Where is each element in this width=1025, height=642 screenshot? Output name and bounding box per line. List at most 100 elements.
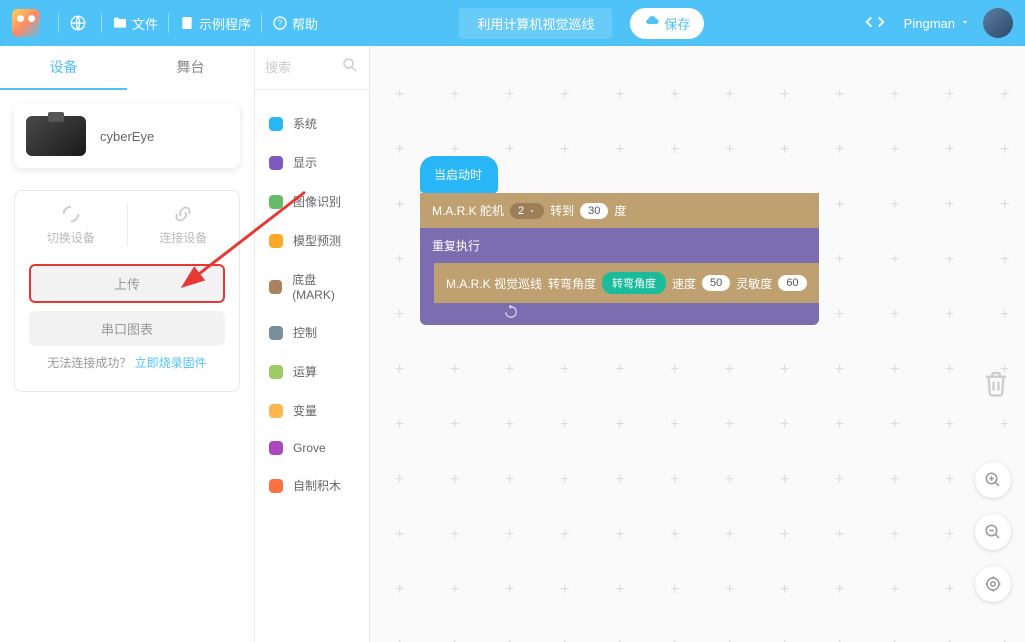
switch-device-button[interactable]: 切换设备 [15, 203, 127, 246]
avatar [983, 8, 1013, 38]
loop-arrow-icon [504, 305, 518, 322]
speed-input[interactable]: 50 [702, 275, 730, 291]
search-input[interactable] [265, 60, 335, 75]
category-list: 系统显示图像识别模型预测底盘(MARK) 控制运算变量 Grove 自制积木 [255, 90, 369, 505]
folder-icon [112, 15, 128, 31]
sens-input[interactable]: 60 [778, 275, 806, 291]
turn-label: 转弯角度 [548, 275, 596, 292]
menu-file-label: 文件 [132, 14, 158, 33]
category-label: 变量 [293, 402, 317, 419]
flash-firmware-link[interactable]: 立即烧录固件 [135, 356, 207, 370]
left-tabs: 设备 舞台 [0, 46, 254, 90]
device-card[interactable]: cyberEye [14, 104, 240, 168]
canvas-tools [975, 462, 1011, 602]
menu-file[interactable]: 文件 [112, 14, 158, 33]
servo-suffix: 度 [614, 202, 626, 219]
category-item[interactable]: 底盘(MARK) [255, 260, 369, 313]
category-dot [269, 479, 283, 493]
loop-block[interactable]: 重复执行 M.A.R.K 视觉巡线 转弯角度 转弯角度 速度 50 灵敏度 60 [420, 228, 819, 325]
category-dot [269, 441, 283, 455]
project-name[interactable]: 利用计算机视觉巡线 [459, 8, 612, 39]
caret-down-icon [959, 16, 971, 31]
category-item[interactable]: 图像识别 [255, 182, 369, 221]
save-button-label: 保存 [664, 14, 690, 33]
globe-icon [69, 14, 87, 32]
category-label: 显示 [293, 154, 317, 171]
loop-header: 重复执行 [420, 228, 819, 263]
category-panel: 系统显示图像识别模型预测底盘(MARK) 控制运算变量 Grove 自制积木 [255, 46, 370, 642]
device-controls: 切换设备 连接设备 上传 串口图表 无法连接成功？ 立即烧录固件 [14, 190, 240, 392]
category-label: 系统 [293, 115, 317, 132]
main-area: 设备 舞台 cyberEye 切换设备 连接设备 上传 串口图表 无法连接成功？ [0, 46, 1025, 642]
serial-chart-button[interactable]: 串口图表 [29, 311, 225, 346]
category-label: 运算 [293, 363, 317, 380]
category-item[interactable]: 显示 [255, 143, 369, 182]
category-item[interactable]: 控制 [255, 313, 369, 352]
category-item[interactable]: 自制积木 [255, 466, 369, 505]
left-panel: 设备 舞台 cyberEye 切换设备 连接设备 上传 串口图表 无法连接成功？ [0, 46, 255, 642]
device-name-label: cyberEye [100, 129, 154, 144]
header-bar: 文件 示例程序 ? 帮助 利用计算机视觉巡线 保存 Pingman [0, 0, 1025, 46]
cloud-icon [644, 14, 660, 33]
servo-block[interactable]: M.A.R.K 舵机 2 转到 30 度 [420, 193, 819, 228]
category-label: 底盘(MARK) [292, 271, 355, 302]
menu-examples[interactable]: 示例程序 [179, 14, 251, 33]
vision-block[interactable]: M.A.R.K 视觉巡线 转弯角度 转弯角度 速度 50 灵敏度 60 [434, 263, 819, 303]
connect-device-label: 连接设备 [159, 229, 207, 246]
category-item[interactable]: 模型预测 [255, 221, 369, 260]
tab-device[interactable]: 设备 [0, 46, 127, 90]
upload-button[interactable]: 上传 [29, 264, 225, 303]
category-dot [269, 117, 283, 131]
category-dot [269, 234, 283, 248]
category-dot [269, 365, 283, 379]
menu-help-label: 帮助 [292, 14, 318, 33]
search-icon[interactable] [341, 56, 359, 79]
category-dot [269, 326, 283, 340]
turn-slot[interactable]: 转弯角度 [602, 272, 666, 294]
servo-angle-input[interactable]: 30 [580, 203, 608, 219]
category-label: 自制积木 [293, 477, 341, 494]
trash-icon[interactable] [981, 366, 1011, 405]
category-dot [269, 280, 282, 294]
block-stack[interactable]: 当启动时 M.A.R.K 舵机 2 转到 30 度 重复执行 M.A.R.K 视… [420, 156, 819, 325]
category-item[interactable]: 变量 [255, 391, 369, 430]
category-item[interactable]: 系统 [255, 104, 369, 143]
category-label: 图像识别 [293, 193, 341, 210]
menu-examples-label: 示例程序 [199, 14, 251, 33]
category-label: Grove [293, 441, 326, 455]
lang-button[interactable] [69, 14, 91, 32]
center-button[interactable] [975, 566, 1011, 602]
app-logo [12, 9, 40, 37]
category-label: 控制 [293, 324, 317, 341]
zoom-in-button[interactable] [975, 462, 1011, 498]
doc-icon [179, 15, 195, 31]
servo-num-dropdown[interactable]: 2 [510, 203, 544, 219]
hat-block[interactable]: 当启动时 [420, 156, 498, 193]
connect-help-row: 无法连接成功？ 立即烧录固件 [29, 354, 225, 371]
connect-device-button[interactable]: 连接设备 [127, 203, 240, 246]
search-row [255, 46, 369, 90]
category-label: 模型预测 [293, 232, 341, 249]
tab-stage[interactable]: 舞台 [127, 46, 254, 90]
loop-tail [420, 303, 528, 323]
sens-label: 灵敏度 [736, 275, 772, 292]
device-thumbnail [26, 116, 86, 156]
connect-fail-text: 无法连接成功？ [47, 356, 131, 370]
chevron-down-icon [528, 207, 536, 215]
save-button[interactable]: 保存 [630, 8, 704, 39]
canvas-grid: ++++++++++++++++++++++++++++++++++++++++… [370, 46, 1025, 642]
switch-device-label: 切换设备 [47, 229, 95, 246]
username-label: Pingman [904, 16, 955, 31]
category-dot [269, 404, 283, 418]
menu-help[interactable]: ? 帮助 [272, 14, 318, 33]
code-toggle-icon[interactable] [864, 11, 886, 36]
vision-prefix: M.A.R.K 视觉巡线 [446, 275, 542, 292]
category-item[interactable]: Grove [255, 430, 369, 466]
user-menu[interactable]: Pingman [904, 8, 1013, 38]
category-dot [269, 195, 283, 209]
block-canvas[interactable]: ++++++++++++++++++++++++++++++++++++++++… [370, 46, 1025, 642]
category-item[interactable]: 运算 [255, 352, 369, 391]
help-icon: ? [272, 15, 288, 31]
zoom-out-button[interactable] [975, 514, 1011, 550]
category-dot [269, 156, 283, 170]
